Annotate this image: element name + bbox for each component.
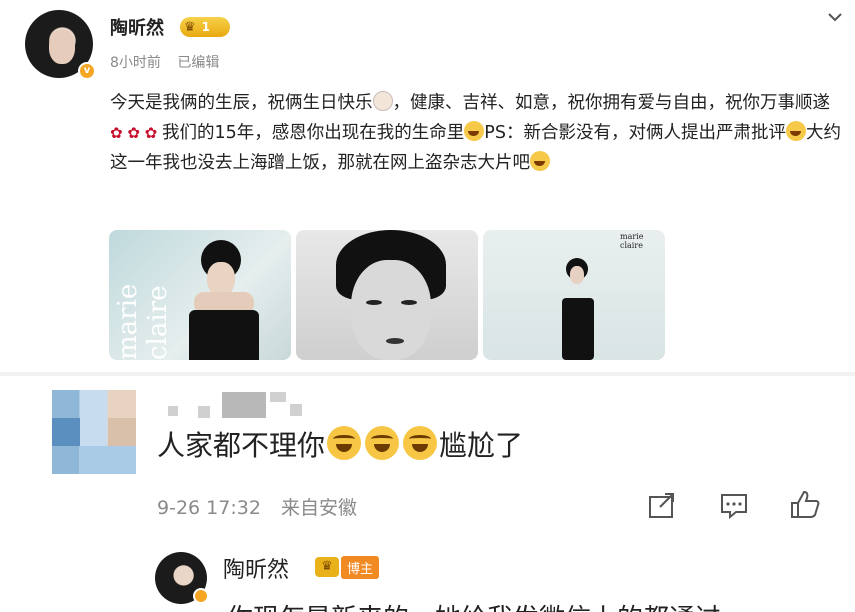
cake-emoji-icon [372,91,393,111]
comment-meta: 9-26 17:32 来自安徽 [157,493,357,520]
magazine-logo: marie claire [620,232,644,250]
level-number: 1 [201,20,211,34]
comment-text: 人家都不理你 尴尬了 [157,426,523,466]
magazine-logo: marie claire [113,283,173,360]
laugh-cry-emoji-icon [403,426,438,460]
post-text-2: ，健康、吉祥、如意，祝你拥有爱与自由，祝你万事顺遂 [392,93,831,113]
post-body: 今天是我俩的生辰，祝俩生日快乐 ，健康、吉祥、如意，祝你拥有爱与自由，祝你万事顺遂… [110,88,845,178]
post-meta: 8小时前 已编辑 [110,52,219,72]
comment: 人家都不理你 尴尬了 9-26 17:32 来自安徽 陶昕然 ♛ 博主 你现怎是新… [0,376,855,612]
photo-2[interactable] [296,230,478,360]
share-icon[interactable] [645,488,679,522]
comment-text-main: 人家都不理你 [157,429,326,462]
chevron-down-icon[interactable] [826,8,844,26]
verified-badge-icon: v [78,62,96,80]
photo-1[interactable]: marie claire [109,230,291,360]
post-text-4: PS：新合影没有，对俩人提出严肃批评 [484,123,786,143]
photo-3[interactable]: marie claire [483,230,665,360]
post-text-3: 我们的15年，感恩你出现在我的生命里 [162,123,465,143]
author-reply: 陶昕然 ♛ 博主 你现怎是新来的，她给我发微信上的都通过 [155,548,855,612]
comment-source: 来自安徽 [280,497,357,519]
weibo-post: v 陶昕然 ♛ 1 8小时前 已编辑 今天是我俩的生辰，祝俩生日快乐 ，健康、吉祥… [0,0,855,372]
reply-text: 你现怎是新来的，她给我发微信上的都通过 [227,598,721,612]
rose-emoji-icon: ✿ ✿ ✿ [110,124,163,142]
commenter-avatar[interactable] [52,390,136,474]
smile-emoji-icon [464,121,485,141]
level-badge: ♛ 1 [180,17,230,37]
verified-badge-icon [193,588,209,604]
comment-text-tail: 尴尬了 [439,429,524,462]
crown-icon: ♛ [184,19,196,35]
commenter-name-redacted[interactable] [160,392,310,418]
comment-date: 9-26 17:32 [157,497,261,519]
crown-icon: ♛ [315,557,339,577]
laugh-cry-emoji-icon [365,426,400,460]
comment-icon[interactable] [717,488,751,522]
laugh-cry-emoji-icon [327,426,362,460]
blogger-badge: ♛ 博主 [315,555,380,579]
post-text-1: 今天是我俩的生辰，祝俩生日快乐 [110,93,373,113]
reply-author-name[interactable]: 陶昕然 [223,552,289,584]
laugh-emoji-icon [785,121,806,141]
like-icon[interactable] [788,488,822,522]
grin-emoji-icon [530,151,550,171]
blogger-tag: 博主 [341,555,380,579]
edited-label: 已编辑 [177,55,220,71]
post-time: 8小时前 [110,55,161,71]
author-name[interactable]: 陶昕然 [110,14,164,40]
